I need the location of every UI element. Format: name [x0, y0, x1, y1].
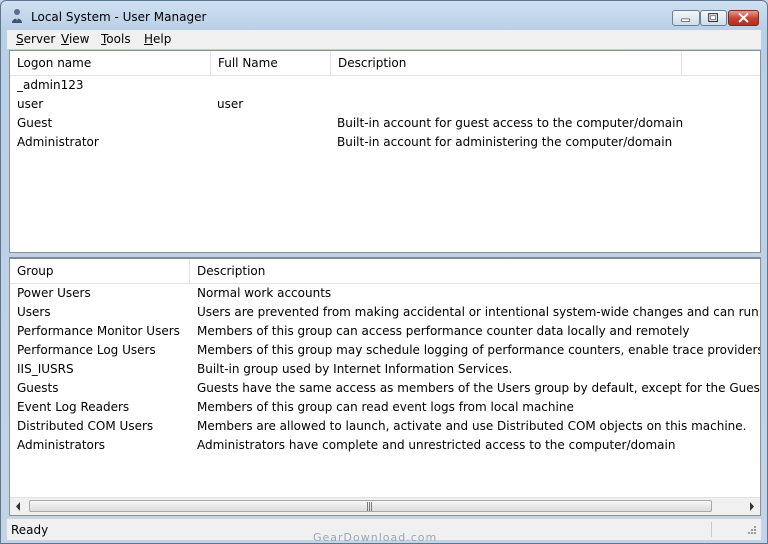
group-name: IIS_IUSRS	[17, 362, 74, 376]
scroll-left-icon[interactable]	[10, 498, 27, 515]
user-row[interactable]: _admin123	[10, 76, 760, 95]
groups-list[interactable]: Group Description Power Users Normal wor…	[9, 257, 761, 516]
user-description: Built-in account for administering the c…	[337, 135, 673, 149]
horizontal-scrollbar[interactable]: |||	[10, 497, 760, 515]
group-name: Guests	[17, 381, 59, 395]
scroll-right-icon[interactable]	[743, 498, 760, 515]
scrollbar-grip: |||	[366, 502, 373, 512]
user-logon-name: _admin123	[17, 78, 84, 92]
groups-list-header: Group Description	[10, 259, 760, 284]
user-full-name	[217, 76, 329, 95]
watermark: GearDownload.com	[313, 531, 438, 544]
group-row[interactable]: Performance Monitor Users Members of thi…	[10, 322, 760, 341]
group-row[interactable]: Administrators Administrators have compl…	[10, 436, 760, 455]
minimize-button[interactable]	[672, 10, 700, 26]
app-icon	[12, 9, 22, 23]
menu-view[interactable]: View	[61, 32, 89, 46]
group-description: Members of this group may schedule loggi…	[197, 343, 760, 357]
menu-help[interactable]: Help	[144, 32, 171, 46]
group-row[interactable]: Event Log Readers Members of this group …	[10, 398, 760, 417]
title-bar[interactable]: Local System - User Manager	[1, 1, 767, 31]
column-header-full-name[interactable]: Full Name	[211, 51, 331, 75]
group-name: Power Users	[17, 286, 91, 300]
group-description: Guests have the same access as members o…	[197, 381, 760, 395]
window-title: Local System - User Manager	[31, 10, 207, 24]
users-list-header: Logon name Full Name Description	[10, 51, 760, 76]
group-row[interactable]: IIS_IUSRS Built-in group used by Interne…	[10, 360, 760, 379]
user-logon-name: user	[17, 97, 44, 111]
size-grip-icon[interactable]	[745, 525, 757, 537]
maximize-icon	[708, 13, 718, 23]
menu-server[interactable]: Server	[16, 32, 55, 46]
user-row[interactable]: Administrator Built-in account for admin…	[10, 133, 760, 152]
close-icon	[738, 13, 749, 23]
column-header-group-description[interactable]: Description	[190, 259, 760, 283]
group-name: Administrators	[17, 438, 106, 452]
group-name: Event Log Readers	[17, 400, 130, 414]
column-header-description[interactable]: Description	[331, 51, 682, 75]
group-name: Distributed COM Users	[17, 419, 154, 433]
users-list[interactable]: Logon name Full Name Description _admin1…	[9, 50, 761, 253]
group-description: Administrators have complete and unrestr…	[197, 438, 676, 452]
group-row[interactable]: Performance Log Users Members of this gr…	[10, 341, 760, 360]
status-separator	[711, 522, 712, 537]
user-full-name: user	[217, 97, 244, 111]
group-description: Users are prevented from making accident…	[197, 305, 760, 319]
user-description: Built-in account for guest access to the…	[337, 116, 684, 130]
group-row[interactable]: Guests Guests have the same access as me…	[10, 379, 760, 398]
user-row[interactable]: user user	[10, 95, 760, 114]
column-header-filler	[682, 51, 760, 75]
group-row[interactable]: Distributed COM Users Members are allowe…	[10, 417, 760, 436]
user-full-name	[217, 133, 329, 152]
user-description	[337, 95, 757, 114]
column-header-logon-name[interactable]: Logon name	[10, 51, 211, 75]
minimize-icon	[681, 18, 690, 22]
group-description: Members of this group can access perform…	[197, 324, 690, 338]
user-logon-name: Guest	[17, 116, 53, 130]
close-button[interactable]	[728, 10, 759, 26]
group-name: Performance Log Users	[17, 343, 156, 357]
column-header-group[interactable]: Group	[10, 259, 190, 283]
user-manager-window: Local System - User Manager Server View …	[0, 0, 768, 544]
group-row[interactable]: Users Users are prevented from making ac…	[10, 303, 760, 322]
user-full-name	[217, 114, 329, 133]
group-description: Members are allowed to launch, activate …	[197, 419, 747, 433]
group-description: Built-in group used by Internet Informat…	[197, 362, 513, 376]
group-name: Users	[17, 305, 51, 319]
user-description	[337, 76, 757, 95]
group-name: Performance Monitor Users	[17, 324, 180, 338]
maximize-button[interactable]	[700, 10, 727, 26]
menu-tools[interactable]: Tools	[101, 32, 131, 46]
menu-bar: Server View Tools Help	[7, 30, 761, 49]
status-text: Ready	[11, 523, 49, 537]
user-logon-name: Administrator	[17, 135, 99, 149]
group-description: Members of this group can read event log…	[197, 400, 574, 414]
user-row[interactable]: Guest Built-in account for guest access …	[10, 114, 760, 133]
scrollbar-thumb[interactable]: |||	[29, 500, 712, 512]
group-row[interactable]: Power Users Normal work accounts	[10, 284, 760, 303]
group-description: Normal work accounts	[197, 286, 332, 300]
